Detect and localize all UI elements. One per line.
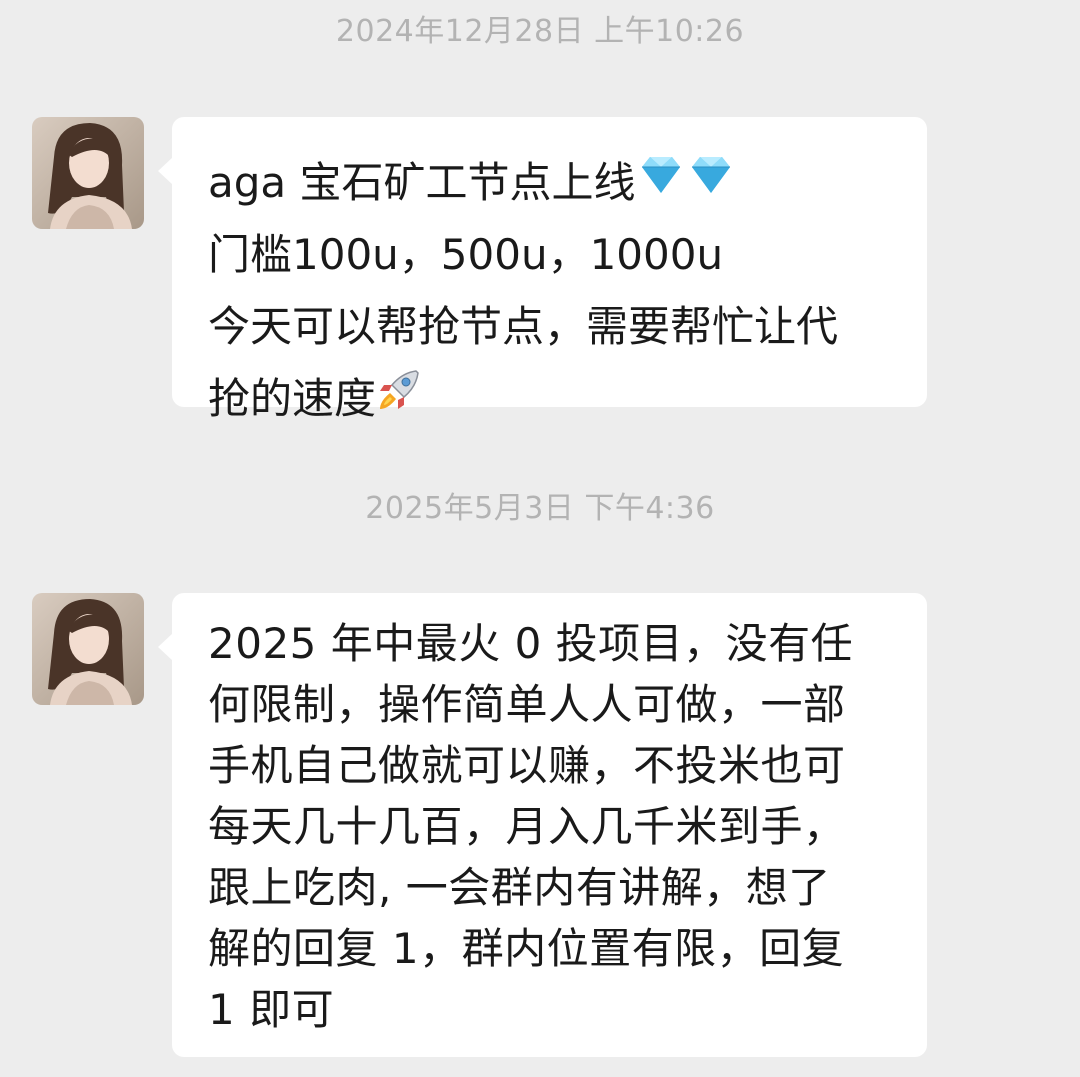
gem-icon xyxy=(686,147,736,219)
message-line: aga 宝石矿工节点上线 xyxy=(208,147,897,219)
message-line: 2025 年中最火 0 投项目，没有任 xyxy=(208,619,854,668)
avatar-photo-icon xyxy=(32,117,144,229)
avatar-photo-icon xyxy=(32,593,144,705)
message-line: 抢的速度 xyxy=(208,363,897,435)
contact-avatar[interactable] xyxy=(32,593,144,705)
message-line: 1 即可 xyxy=(208,985,335,1034)
message-bubble[interactable]: 2025 年中最火 0 投项目，没有任 何限制，操作简单人人可做，一部 手机自己… xyxy=(158,593,927,1057)
message-line: 何限制，操作简单人人可做，一部 xyxy=(208,680,846,729)
message-line: 跟上吃肉, 一会群内有讲解，想了 xyxy=(208,863,831,912)
message-timestamp: 2025年5月3日 下午4:36 xyxy=(365,491,715,526)
message-line: 门槛100u，500u，1000u xyxy=(208,230,724,279)
message-line: 解的回复 1，群内位置有限，回复 xyxy=(208,924,845,973)
message-timestamp: 2024年12月28日 上午10:26 xyxy=(335,14,745,49)
gem-icon xyxy=(636,147,686,219)
message-line: 每天几十几百，月入几千米到手， xyxy=(208,802,846,851)
message-line: 今天可以帮抢节点，需要帮忙让代 xyxy=(208,302,839,351)
message-bubble[interactable]: aga 宝石矿工节点上线 门槛100u，500u，1000u 今天可以帮抢节点，… xyxy=(158,117,927,423)
contact-avatar[interactable] xyxy=(32,117,144,229)
rocket-icon xyxy=(376,363,422,435)
message-line: 手机自己做就可以赚，不投米也可 xyxy=(208,741,846,790)
